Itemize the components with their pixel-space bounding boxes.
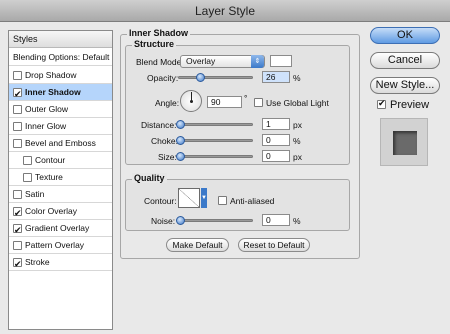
styles-header[interactable]: Styles xyxy=(9,31,112,48)
noise-slider-track[interactable] xyxy=(178,219,253,222)
preview-checkbox[interactable] xyxy=(377,98,386,109)
style-item-label: Pattern Overlay xyxy=(25,240,85,250)
blend-mode-select[interactable]: Overlay ⇕ xyxy=(180,55,265,68)
stroke-checkbox[interactable] xyxy=(13,256,22,272)
opacity-label: Opacity: xyxy=(147,73,179,83)
structure-title: Structure xyxy=(132,39,177,49)
noise-input[interactable]: 0 xyxy=(262,214,290,226)
reset-to-default-button[interactable]: Reset to Default xyxy=(238,238,310,252)
anti-aliased-checkbox[interactable] xyxy=(218,196,227,205)
style-item-label: Drop Shadow xyxy=(25,70,77,80)
drop-shadow-checkbox[interactable] xyxy=(13,71,22,80)
pattern-overlay-checkbox[interactable] xyxy=(13,241,22,250)
style-item-pattern-overlay[interactable]: Pattern Overlay xyxy=(9,237,112,254)
angle-input[interactable]: 90 xyxy=(207,96,242,108)
preview-label: Preview xyxy=(390,99,430,111)
style-preview xyxy=(380,118,428,166)
style-item-label: Texture xyxy=(35,172,63,182)
size-slider-thumb[interactable] xyxy=(176,152,185,161)
style-item-color-overlay[interactable]: Color Overlay xyxy=(9,203,112,221)
use-global-light-label: Use Global Light xyxy=(266,98,329,108)
style-item-label: Color Overlay xyxy=(25,206,77,216)
size-slider-track[interactable] xyxy=(178,155,253,158)
size-unit: px xyxy=(293,152,302,162)
color-overlay-checkbox[interactable] xyxy=(13,205,22,221)
layer-style-dialog: Layer Style Styles Blending Options: Def… xyxy=(0,0,450,334)
choke-unit: % xyxy=(293,136,301,146)
style-item-label: Contour xyxy=(35,155,66,165)
select-arrows-icon: ⇕ xyxy=(251,55,264,68)
angle-center-dot xyxy=(190,100,193,103)
choke-slider-thumb[interactable] xyxy=(176,136,185,145)
style-item-label: Bevel and Emboss xyxy=(25,138,96,148)
inner-glow-checkbox[interactable] xyxy=(13,122,22,131)
choke-input[interactable]: 0 xyxy=(262,134,290,146)
choke-label: Choke: xyxy=(151,136,178,146)
ok-button[interactable]: OK xyxy=(370,27,440,44)
size-input[interactable]: 0 xyxy=(262,150,290,162)
style-item-label: Inner Glow xyxy=(25,121,67,131)
gradient-overlay-checkbox[interactable] xyxy=(13,222,22,238)
distance-slider-thumb[interactable] xyxy=(176,120,185,129)
shadow-color-swatch[interactable] xyxy=(270,55,292,67)
cancel-button[interactable]: Cancel xyxy=(370,52,440,69)
quality-title: Quality xyxy=(132,173,167,183)
distance-slider-track[interactable] xyxy=(178,123,253,126)
style-item-label: Stroke xyxy=(25,257,50,267)
noise-slider-thumb[interactable] xyxy=(176,216,185,225)
inner-shadow-title: Inner Shadow xyxy=(127,28,191,38)
preview-swatch xyxy=(393,131,417,155)
contour-preview[interactable] xyxy=(178,188,200,208)
size-label: Size: xyxy=(158,152,177,162)
choke-slider-track[interactable] xyxy=(178,139,253,142)
style-item-texture[interactable]: Texture xyxy=(9,169,112,186)
new-style-button[interactable]: New Style... xyxy=(370,77,440,94)
style-item-gradient-overlay[interactable]: Gradient Overlay xyxy=(9,220,112,238)
style-item-label: Outer Glow xyxy=(25,104,68,114)
distance-label: Distance: xyxy=(141,120,177,130)
style-item-contour[interactable]: Contour xyxy=(9,152,112,169)
style-item-stroke[interactable]: Stroke xyxy=(9,254,112,272)
angle-label: Angle: xyxy=(155,98,180,108)
inner-shadow-checkbox[interactable] xyxy=(13,86,22,102)
blending-options-label: Blending Options: Default xyxy=(13,52,110,62)
contour-label: Contour: xyxy=(144,196,177,206)
opacity-unit: % xyxy=(293,73,301,83)
opacity-slider-track[interactable] xyxy=(178,76,253,79)
style-item-label: Satin xyxy=(25,189,45,199)
make-default-button[interactable]: Make Default xyxy=(166,238,229,252)
style-item-label: Inner Shadow xyxy=(25,87,81,97)
noise-label: Noise: xyxy=(151,216,176,226)
distance-input[interactable]: 1 xyxy=(262,118,290,130)
bevel-emboss-checkbox[interactable] xyxy=(13,139,22,148)
opacity-slider-thumb[interactable] xyxy=(195,73,205,82)
contour-dropdown-icon[interactable]: ▼ xyxy=(201,188,207,208)
anti-aliased-label: Anti-aliased xyxy=(230,196,275,206)
window-title: Layer Style xyxy=(0,0,450,22)
style-item-satin[interactable]: Satin xyxy=(9,186,112,203)
contour-checkbox[interactable] xyxy=(23,156,32,165)
satin-checkbox[interactable] xyxy=(13,190,22,199)
opacity-input[interactable]: 26 xyxy=(262,71,290,83)
blend-mode-value: Overlay xyxy=(186,56,216,66)
use-global-light-checkbox[interactable] xyxy=(254,98,263,107)
styles-list: Styles Blending Options: Default Drop Sh… xyxy=(8,30,113,330)
angle-dial[interactable] xyxy=(180,90,202,112)
style-item-label: Gradient Overlay xyxy=(25,223,90,233)
blend-mode-label: Blend Mode: xyxy=(136,57,184,67)
distance-unit: px xyxy=(293,120,302,130)
style-item-drop-shadow[interactable]: Drop Shadow xyxy=(9,67,112,84)
style-item-inner-glow[interactable]: Inner Glow xyxy=(9,118,112,135)
outer-glow-checkbox[interactable] xyxy=(13,105,22,114)
noise-unit: % xyxy=(293,216,301,226)
style-item-bevel-emboss[interactable]: Bevel and Emboss xyxy=(9,135,112,152)
texture-checkbox[interactable] xyxy=(23,173,32,182)
style-item-outer-glow[interactable]: Outer Glow xyxy=(9,101,112,118)
style-item-inner-shadow[interactable]: Inner Shadow xyxy=(9,84,112,102)
degree-unit: ° xyxy=(244,93,248,103)
blending-options-item[interactable]: Blending Options: Default xyxy=(9,49,112,66)
